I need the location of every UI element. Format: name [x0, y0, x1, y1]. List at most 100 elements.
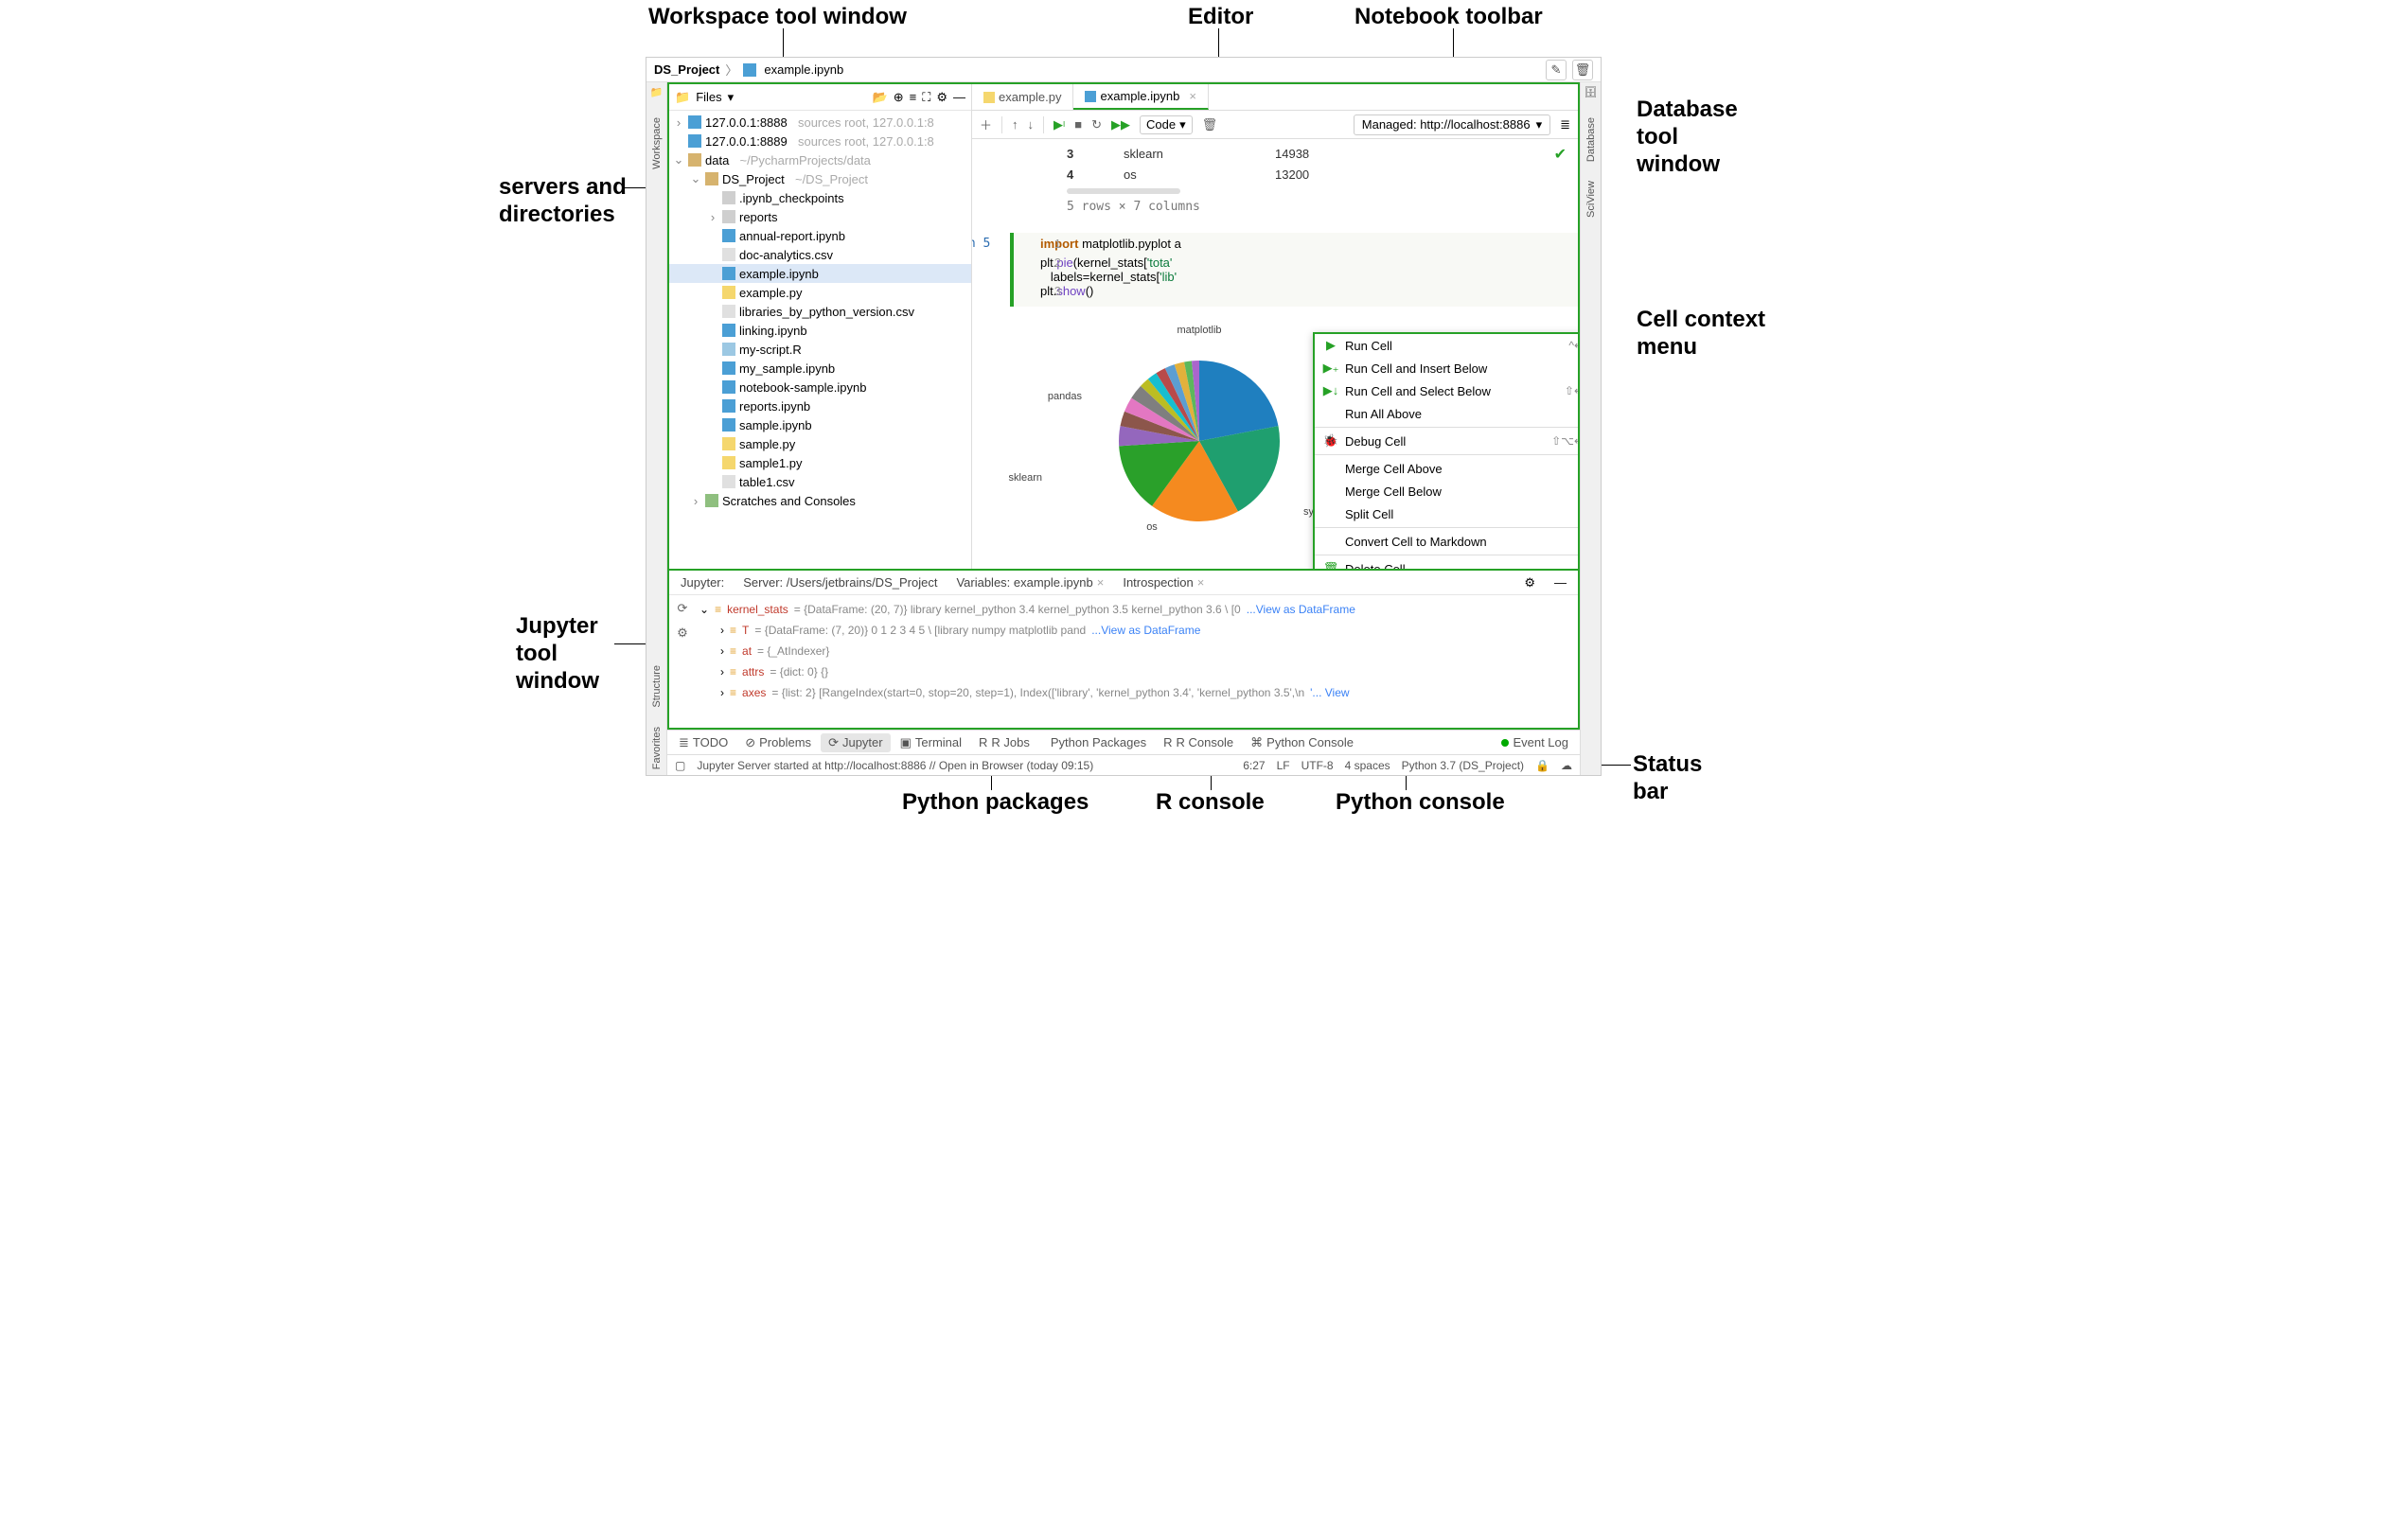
anno-editor: Editor	[1188, 4, 1253, 31]
editor-tab[interactable]: example.py	[972, 84, 1073, 110]
context-menu-item[interactable]: ▶↓Run Cell and Select Below⇧↩	[1315, 379, 1578, 402]
tool-window-button[interactable]: RR Console	[1156, 733, 1241, 751]
workspace-tool-window: 📁 Files ▾ 📂 ⊕ ≡ ⛶ ⚙ — ›127.0.0.1:8888 so…	[669, 84, 972, 569]
tree-node[interactable]: sample.py	[669, 434, 971, 453]
move-down-button[interactable]: ↓	[1028, 117, 1035, 132]
database-tool-button[interactable]: Database	[1585, 117, 1597, 162]
structure-tool-button[interactable]: Structure	[651, 665, 663, 708]
context-menu-item[interactable]: Split Cell	[1315, 502, 1578, 525]
workspace-tool-button[interactable]: Workspace	[651, 117, 663, 169]
tree-node[interactable]: table1.csv	[669, 472, 971, 491]
tool-window-button[interactable]: ⊘Problems	[737, 733, 819, 752]
servers-icon[interactable]: ≣	[1560, 117, 1570, 132]
tree-node[interactable]: my-script.R	[669, 340, 971, 359]
context-menu-item[interactable]: Merge Cell Above	[1315, 457, 1578, 480]
tree-node[interactable]: my_sample.ipynb	[669, 359, 971, 378]
line-sep[interactable]: LF	[1277, 759, 1290, 772]
tree-node[interactable]: libraries_by_python_version.csv	[669, 302, 971, 321]
delete-cell-button[interactable]: 🗑	[1202, 117, 1218, 132]
indent[interactable]: 4 spaces	[1345, 759, 1390, 772]
scope-selector[interactable]: Files	[696, 90, 721, 104]
tree-node[interactable]: ⌄DS_Project ~/DS_Project	[669, 169, 971, 188]
folder-icon[interactable]: 📁	[650, 86, 664, 98]
tree-node[interactable]: ›Scratches and Consoles	[669, 491, 971, 510]
output-table: 3sklearn149384os13200	[972, 139, 1578, 188]
tree-node[interactable]: .ipynb_checkpoints	[669, 188, 971, 207]
tree-node[interactable]: ›127.0.0.1:8888 sources root, 127.0.0.1:…	[669, 113, 971, 132]
hat-icon[interactable]: ☁	[1561, 759, 1572, 772]
svg-text:pandas: pandas	[1048, 391, 1083, 402]
add-server-icon[interactable]: 📂	[873, 90, 888, 105]
context-menu-item[interactable]: Run All Above	[1315, 402, 1578, 425]
database-icon[interactable]: 🗄	[1585, 86, 1598, 98]
anno-nb-toolbar: Notebook toolbar	[1354, 4, 1543, 31]
context-menu-item[interactable]: 🐞Debug Cell⇧⌥↩	[1315, 430, 1578, 452]
gear-icon[interactable]: ⚙	[1524, 575, 1535, 590]
tool-window-button[interactable]: ▣Terminal	[893, 733, 969, 752]
context-menu-item[interactable]: Merge Cell Below	[1315, 480, 1578, 502]
tool-window-button[interactable]: ⌘Python Console	[1243, 733, 1361, 752]
code-cell[interactable]: In 5 1import matplotlib.pyplot a2plt.pie…	[1010, 233, 1578, 307]
interpreter[interactable]: Python 3.7 (DS_Project)	[1402, 759, 1524, 772]
hide-icon[interactable]: —	[953, 90, 965, 104]
chevron-down-icon[interactable]: ▾	[728, 90, 735, 105]
folder-icon: 📁	[675, 90, 690, 105]
edit-config-icon[interactable]: ✎	[1546, 60, 1567, 80]
stop-button[interactable]: ■	[1074, 117, 1082, 132]
tool-window-button[interactable]: ≣TODO	[671, 733, 735, 752]
tool-window-button[interactable]: Python Packages	[1039, 733, 1154, 751]
tree-node[interactable]: 127.0.0.1:8889 sources root, 127.0.0.1:8	[669, 132, 971, 150]
editor-tab[interactable]: example.ipynb×	[1073, 84, 1208, 110]
tree-node[interactable]: linking.ipynb	[669, 321, 971, 340]
context-menu-item[interactable]: ▶Run Cell^↩	[1315, 334, 1578, 357]
server-dropdown[interactable]: Managed: http://localhost:8886▾	[1354, 115, 1550, 135]
jupyter-introspection[interactable]: Introspection ×	[1123, 575, 1204, 590]
gear-icon[interactable]: ⚙	[936, 90, 947, 105]
tree-node[interactable]: notebook-sample.ipynb	[669, 378, 971, 396]
settings-icon[interactable]: ⚙	[677, 626, 688, 641]
context-menu-item[interactable]: ▶₊Run Cell and Insert Below	[1315, 357, 1578, 379]
breadcrumb-root[interactable]: DS_Project	[654, 62, 719, 77]
context-menu-item[interactable]: 🗑Delete Cell	[1315, 557, 1578, 569]
tree-node[interactable]: ⌄data ~/PycharmProjects/data	[669, 150, 971, 169]
tree-node[interactable]: sample1.py	[669, 453, 971, 472]
sciview-tool-button[interactable]: SciView	[1585, 181, 1597, 218]
context-menu-item[interactable]: Convert Cell to Markdown	[1315, 530, 1578, 553]
cell-type-dropdown[interactable]: Code▾	[1140, 115, 1193, 134]
cell-in-label: In 5	[972, 237, 990, 251]
jupyter-server[interactable]: Server: /Users/jetbrains/DS_Project	[743, 575, 937, 590]
tree-node[interactable]: annual-report.ipynb	[669, 226, 971, 245]
favorites-tool-button[interactable]: Favorites	[651, 727, 663, 769]
restart-button[interactable]: ↻	[1091, 117, 1102, 132]
add-cell-button[interactable]: ＋	[980, 115, 992, 133]
hide-icon[interactable]: —	[1554, 575, 1567, 590]
breadcrumb-bar: DS_Project 〉 example.ipynb ✎ 🗑	[646, 58, 1601, 82]
trash-icon[interactable]: 🗑	[1572, 60, 1593, 80]
run-all-button[interactable]: ▶▶	[1111, 117, 1130, 132]
refresh-icon[interactable]: ⟳	[678, 601, 688, 616]
fullscreen-icon[interactable]: ⛶	[922, 90, 930, 105]
expand-icon[interactable]: ≡	[910, 90, 917, 104]
tool-window-button[interactable]: ⟳Jupyter	[821, 733, 891, 752]
tool-window-button[interactable]: Event Log	[1494, 733, 1576, 751]
tree-node[interactable]: sample.ipynb	[669, 415, 971, 434]
tree-node[interactable]: example.py	[669, 283, 971, 302]
encoding[interactable]: UTF-8	[1301, 759, 1334, 772]
workspace-tree[interactable]: ›127.0.0.1:8888 sources root, 127.0.0.1:…	[669, 111, 971, 569]
target-icon[interactable]: ⊕	[894, 90, 904, 105]
tree-node[interactable]: example.ipynb	[669, 264, 971, 283]
anno-servers: servers and directories	[499, 174, 627, 229]
tree-node[interactable]: ›reports	[669, 207, 971, 226]
tree-node[interactable]: reports.ipynb	[669, 396, 971, 415]
lock-icon[interactable]: 🔒	[1535, 759, 1549, 772]
move-up-button[interactable]: ↑	[1012, 117, 1018, 132]
breadcrumb-file[interactable]: example.ipynb	[764, 62, 843, 77]
caret-pos[interactable]: 6:27	[1243, 759, 1265, 772]
run-cell-button[interactable]: ▶I	[1054, 117, 1065, 132]
jupyter-vars-tab[interactable]: Variables: example.ipynb ×	[956, 575, 1104, 590]
variables-list[interactable]: ⌄≡kernel_stats = {DataFrame: (20, 7)} li…	[696, 595, 1578, 728]
status-icon: ▢	[675, 759, 685, 772]
tool-window-button[interactable]: RR Jobs	[971, 733, 1037, 751]
tree-node[interactable]: doc-analytics.csv	[669, 245, 971, 264]
jupyter-tool-window: Jupyter: Server: /Users/jetbrains/DS_Pro…	[667, 569, 1580, 730]
